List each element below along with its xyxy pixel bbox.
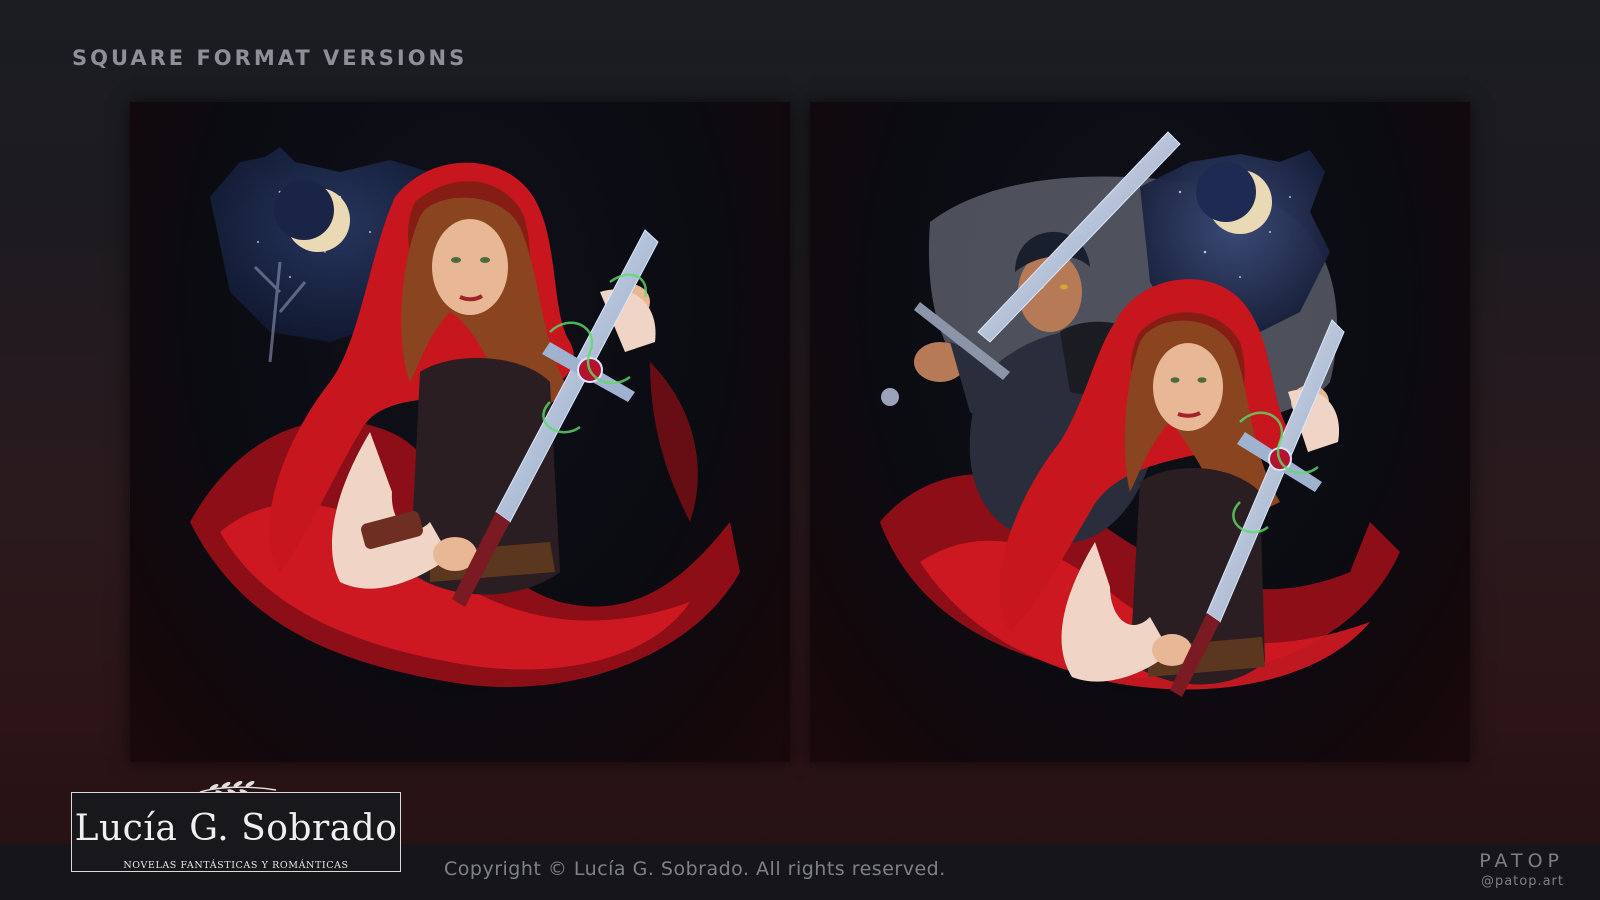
artwork-duo bbox=[810, 102, 1470, 762]
copyright-notice: Copyright © Lucía G. Sobrado. All rights… bbox=[444, 858, 946, 880]
artwork-single-heroine bbox=[130, 102, 790, 762]
face bbox=[1153, 343, 1223, 431]
illustration-heroine bbox=[190, 147, 740, 688]
artist-brand-handle: @patop.art bbox=[1480, 874, 1564, 889]
section-title: SQUARE FORMAT VERSIONS bbox=[72, 46, 468, 70]
artist-brand: PATOP @patop.art bbox=[1479, 850, 1564, 889]
author-logo-tagline: NOVELAS FANTÁSTICAS Y ROMÁNTICAS bbox=[123, 860, 349, 871]
illustration-duo bbox=[880, 131, 1400, 697]
author-logo-name: Lucía G. Sobrado bbox=[74, 808, 398, 849]
artist-brand-name: PATOP bbox=[1479, 850, 1564, 872]
